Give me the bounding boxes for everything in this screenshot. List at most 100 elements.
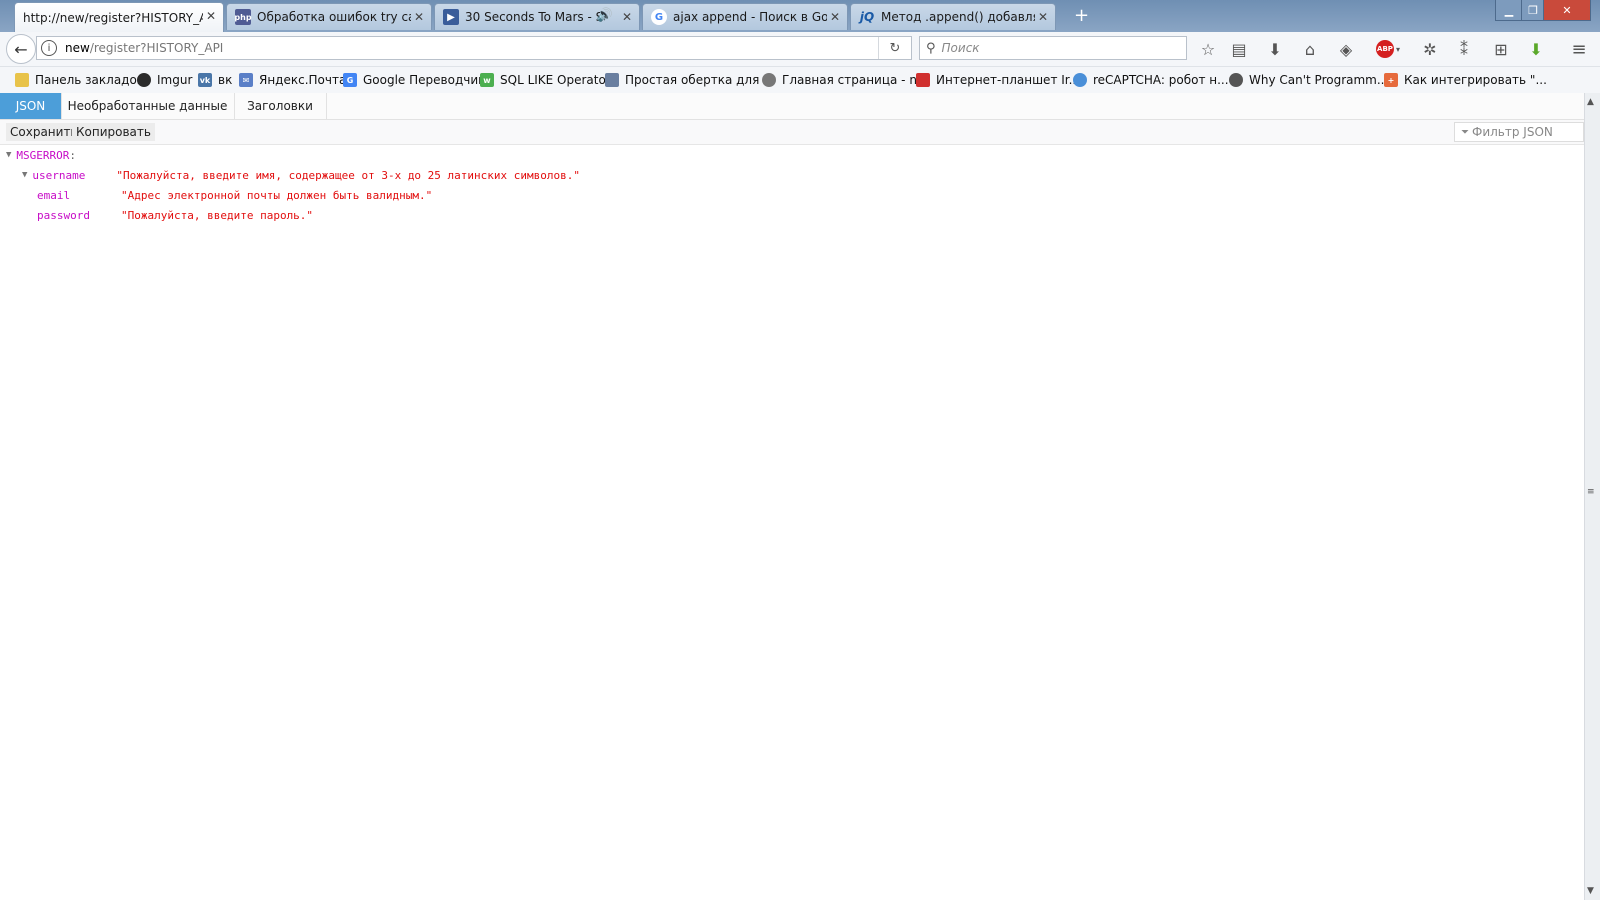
tab-headers[interactable]: Заголовки	[234, 93, 327, 119]
bookmark-star-icon[interactable]: ☆	[1197, 38, 1219, 60]
tab-title: ajax append - Поиск в Google	[673, 10, 827, 24]
back-arrow-icon: ←	[14, 39, 28, 59]
json-key: username	[32, 168, 86, 182]
expand-toggle-icon[interactable]: ▼	[22, 170, 27, 180]
hamburger-menu-icon[interactable]: ≡	[1568, 38, 1590, 60]
json-actions-toolbar: Сохранить Копировать ⏷ Фильтр JSON	[0, 120, 1584, 145]
pocket-icon[interactable]: ◈	[1335, 38, 1357, 60]
json-key: email	[37, 188, 71, 202]
copy-button[interactable]: Копировать	[72, 123, 155, 141]
search-icon: ⚲	[926, 40, 936, 56]
imgur-icon	[137, 73, 151, 87]
bookmark-item[interactable]: w SQL LIKE Operator	[480, 71, 611, 89]
url-host: new	[65, 41, 90, 55]
maximize-window-button[interactable]: ❐	[1521, 0, 1545, 21]
reload-icon[interactable]: ↻	[878, 37, 911, 59]
bookmark-item[interactable]: G Google Переводчик	[343, 71, 485, 89]
vertical-scrollbar[interactable]: ▲ ≡ ▼	[1584, 93, 1600, 900]
tab-register[interactable]: http://new/register?HISTORY_API ✕	[14, 2, 224, 32]
bookmark-label: Главная страница - n...	[782, 73, 929, 87]
bookmark-label: reCAPTCHA: робот н...	[1093, 73, 1229, 87]
minimize-window-button[interactable]: ▁	[1495, 0, 1523, 21]
bookmark-label: SQL LIKE Operator	[500, 73, 611, 87]
plus-square-icon: +	[1384, 73, 1398, 87]
navigation-toolbar: ← i new/register?HISTORY_API ↻ ⚲ Поиск ☆…	[0, 32, 1600, 67]
json-filter-input[interactable]: ⏷ Фильтр JSON	[1454, 122, 1584, 142]
close-window-button[interactable]: ✕	[1543, 0, 1591, 21]
bookmark-label: Google Переводчик	[363, 73, 486, 87]
recaptcha-icon	[1073, 73, 1087, 87]
blog-icon	[1229, 73, 1243, 87]
folder-icon	[15, 73, 29, 87]
expand-toggle-icon[interactable]: ▼	[6, 150, 11, 160]
close-tab-icon[interactable]: ✕	[1038, 10, 1048, 24]
url-path: /register?HISTORY_API	[89, 41, 224, 55]
w3schools-icon: w	[480, 73, 494, 87]
bookmark-item[interactable]: + Как интегрировать "...	[1384, 71, 1547, 89]
adblock-icon[interactable]: ABP ▾	[1372, 38, 1404, 60]
json-key: password	[37, 208, 90, 222]
tree-row-username[interactable]: ▼ username "Пожалуйста, введите имя, сод…	[22, 166, 580, 184]
speaker-icon[interactable]: 🔊	[597, 8, 613, 23]
download-helper-icon[interactable]: ⬇	[1525, 38, 1547, 60]
search-placeholder: Поиск	[941, 41, 980, 55]
tab-title: 30 Seconds To Mars - Str	[465, 10, 605, 24]
bookmark-item[interactable]: Панель закладок	[15, 71, 144, 89]
bookmark-label: Как интегрировать "...	[1404, 73, 1547, 87]
scroll-up-arrow-icon[interactable]: ▲	[1587, 97, 1594, 107]
footprints-icon[interactable]: ⁑	[1453, 38, 1475, 60]
json-viewer-tabs: JSON Необработанные данные Заголовки	[0, 93, 1584, 120]
new-tab-plus-icon[interactable]: +	[1074, 5, 1089, 26]
bookmark-label: Яндекс.Почта	[259, 73, 347, 87]
tree-row-email[interactable]: email "Адрес электронной почты должен бы…	[37, 186, 432, 204]
tab-php-errors[interactable]: php Обработка ошибок try catch ✕	[226, 3, 432, 30]
tab-json[interactable]: JSON	[0, 93, 62, 119]
close-tab-icon[interactable]: ✕	[830, 10, 840, 24]
close-tab-icon[interactable]: ✕	[206, 9, 216, 23]
tab-title: Метод .append() добавляет	[881, 10, 1035, 24]
translate-icon: G	[343, 73, 357, 87]
tree-row-password[interactable]: password "Пожалуйста, введите пароль."	[37, 206, 313, 224]
bookmark-item[interactable]: Imgur	[137, 71, 192, 89]
tab-music[interactable]: ▶ 30 Seconds To Mars - Str 🔊 ✕	[434, 3, 640, 30]
shop-icon	[916, 73, 930, 87]
php-favicon-icon: php	[234, 9, 252, 25]
bookmark-label: Панель закладок	[35, 73, 145, 87]
tab-google-search[interactable]: G ajax append - Поиск в Google ✕	[642, 3, 848, 30]
bug-icon[interactable]: ✲	[1419, 38, 1441, 60]
jquery-favicon-icon: jQ	[859, 10, 875, 24]
tab-title: Обработка ошибок try catch	[257, 10, 411, 24]
tab-raw-data[interactable]: Необработанные данные	[61, 93, 235, 119]
tab-jquery-append[interactable]: jQ Метод .append() добавляет ✕	[850, 3, 1056, 30]
browser-tab-strip: http://new/register?HISTORY_API ✕ php Об…	[0, 0, 1600, 32]
bookmark-label: Why Can't Programm...	[1249, 73, 1389, 87]
bookmarks-menu-icon[interactable]: ▤	[1228, 38, 1250, 60]
close-tab-icon[interactable]: ✕	[414, 10, 424, 24]
address-bar[interactable]: i new/register?HISTORY_API ↻	[36, 36, 912, 60]
search-box[interactable]: ⚲ Поиск	[919, 36, 1187, 60]
bookmark-item[interactable]: ✉ Яндекс.Почта	[239, 71, 346, 89]
bookmark-item[interactable]: Простая обертка для ...	[605, 71, 775, 89]
bookmark-label: Интернет-планшет Ir...	[936, 73, 1081, 87]
back-button[interactable]: ←	[6, 34, 36, 64]
scroll-down-arrow-icon[interactable]: ▼	[1587, 886, 1594, 896]
bookmarks-bar: Панель закладок Imgur vk вк ✉ Яндекс.Почта…	[0, 67, 1600, 94]
save-button[interactable]: Сохранить	[6, 123, 82, 141]
bookmark-item[interactable]: Why Can't Programm...	[1229, 71, 1388, 89]
tree-row-msgerror[interactable]: ▼ MSGERROR:	[6, 146, 76, 164]
bookmark-label: Простая обертка для ...	[625, 73, 775, 87]
site-info-icon[interactable]: i	[41, 40, 57, 56]
sitemap-icon[interactable]: ⊞	[1490, 38, 1512, 60]
bookmark-label: вк	[218, 73, 233, 87]
bookmark-item[interactable]: vk вк	[198, 71, 232, 89]
scroll-grip-icon[interactable]: ≡	[1587, 487, 1595, 497]
bookmark-item[interactable]: Интернет-планшет Ir...	[916, 71, 1080, 89]
close-tab-icon[interactable]: ✕	[622, 10, 632, 24]
downloads-icon[interactable]: ⬇	[1264, 38, 1286, 60]
json-key: MSGERROR	[16, 148, 70, 162]
bookmark-item[interactable]: Главная страница - n...	[762, 71, 928, 89]
bookmark-item[interactable]: reCAPTCHA: робот н...	[1073, 71, 1229, 89]
json-value: "Адрес электронной почты должен быть вал…	[121, 188, 433, 202]
home-icon[interactable]: ⌂	[1299, 38, 1321, 60]
filter-icon: ⏷	[1461, 126, 1469, 138]
